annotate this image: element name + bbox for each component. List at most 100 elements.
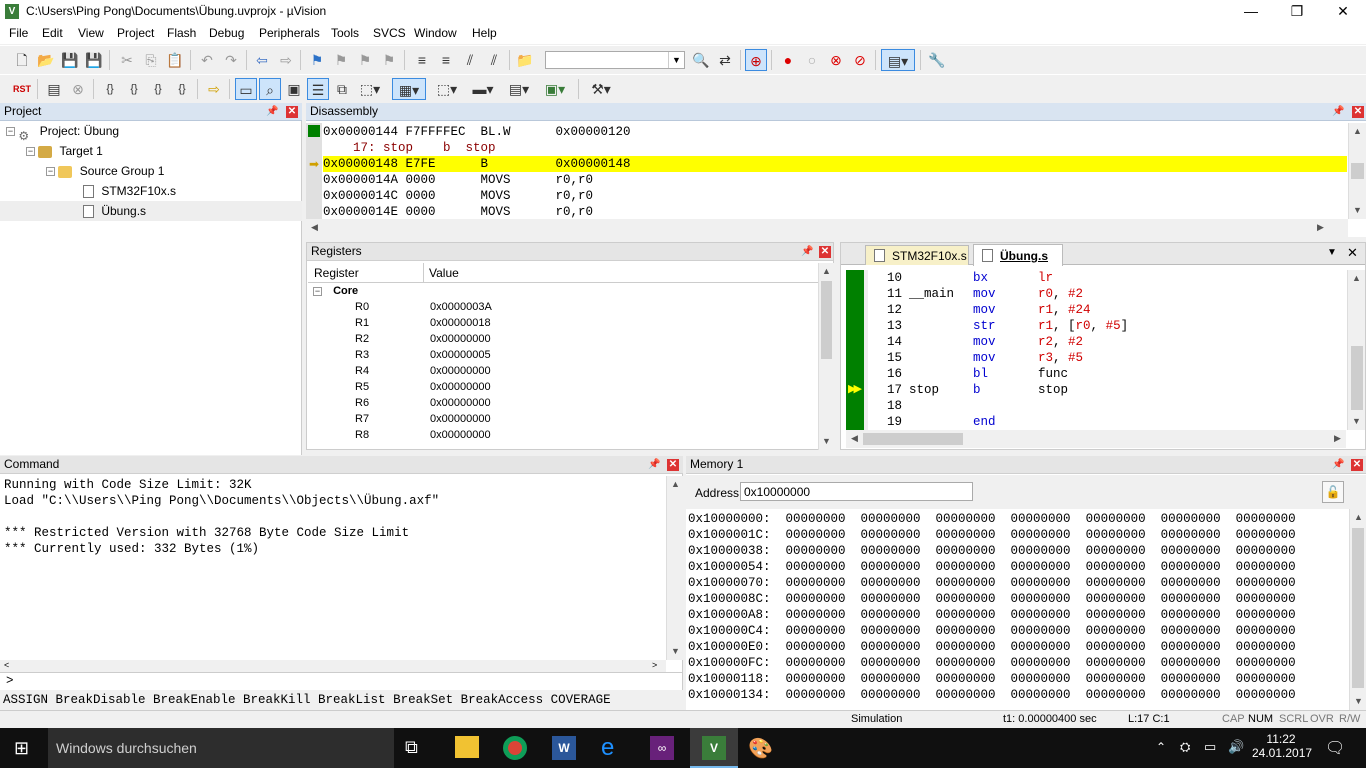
disassembly-window-icon[interactable]: ⌕ <box>259 78 281 100</box>
code-line[interactable]: 11 __main mov r0, #2 <box>869 286 1345 302</box>
code-line[interactable]: 10 bx lr <box>869 270 1345 286</box>
scroll-down-icon[interactable]: ▼ <box>667 643 684 660</box>
registers-window-icon[interactable]: ☰ <box>307 78 329 100</box>
scroll-left-icon[interactable]: ◀ <box>306 219 323 236</box>
register-value[interactable]: 0x00000000 <box>430 331 491 347</box>
register-row[interactable]: R1 0x00000018 <box>308 315 818 331</box>
register-row[interactable]: R3 0x00000005 <box>308 347 818 363</box>
find-in-files-icon[interactable]: 📁 <box>514 49 536 71</box>
disassembly-vscroll[interactable]: ▲ ▼ <box>1348 123 1366 219</box>
run-to-cursor-icon[interactable]: {} <box>171 78 193 100</box>
indent-icon[interactable]: ≡ <box>411 49 433 71</box>
menu-file[interactable]: File <box>9 26 28 40</box>
reset-icon[interactable]: RST <box>11 78 33 100</box>
debug-session-icon[interactable]: ⊕ <box>745 49 767 71</box>
redo-icon[interactable]: ↷ <box>220 49 242 71</box>
command-window-icon[interactable]: ▭ <box>235 78 257 100</box>
insert-breakpoint-icon[interactable]: ● <box>777 49 799 71</box>
memory-row[interactable]: 0x10000134: 00000000 00000000 00000000 0… <box>688 687 1348 703</box>
memory-row[interactable]: 0x100000E0: 00000000 00000000 00000000 0… <box>688 639 1348 655</box>
system-viewer-icon[interactable]: ▣▾ <box>540 78 570 100</box>
find-icon[interactable]: 🔍 <box>690 49 712 71</box>
code-line[interactable]: 18 <box>869 398 1345 414</box>
menu-help[interactable]: Help <box>472 26 497 40</box>
memory-windows-icon[interactable]: ▦▾ <box>392 78 426 100</box>
register-row[interactable]: R0 0x0000003A <box>308 299 818 315</box>
register-value[interactable]: 0x00000018 <box>430 315 491 331</box>
close-button[interactable]: ✕ <box>1320 0 1366 23</box>
editor-lines[interactable]: 10 bx lr 11 __main mov r0, #2 12 mov r1, #24 13 str… <box>869 270 1345 430</box>
save-icon[interactable]: 💾 <box>59 49 81 71</box>
close-tab-icon[interactable]: ✕ <box>1347 245 1358 261</box>
chevron-down-icon[interactable]: ▼ <box>668 52 684 68</box>
network-icon[interactable]: ⛭ <box>1180 739 1190 755</box>
column-header-register[interactable]: Register <box>314 266 359 280</box>
show-hidden-icons-icon[interactable]: ⌃ <box>1156 740 1166 754</box>
scroll-down-icon[interactable]: ▼ <box>1349 202 1366 219</box>
word-icon[interactable]: W <box>552 736 576 760</box>
memory-row[interactable]: 0x10000118: 00000000 00000000 00000000 0… <box>688 671 1348 687</box>
copy-icon[interactable]: ⎘ <box>140 49 162 71</box>
close-panel-icon[interactable]: ✕ <box>819 246 831 258</box>
register-value[interactable]: 0x00000000 <box>430 379 491 395</box>
maximize-button[interactable]: ❐ <box>1274 0 1320 23</box>
prev-bookmark-icon[interactable]: ⚑ <box>330 49 352 71</box>
tab-stm32f10x[interactable]: STM32F10x.s <box>865 245 969 265</box>
register-value[interactable]: 0x00000005 <box>430 347 491 363</box>
editor-hscroll[interactable]: ◀ ▶ <box>846 430 1346 448</box>
enable-breakpoint-icon[interactable]: ○ <box>801 49 823 71</box>
disassembly-line[interactable]: 0x00000144 F7FFFFEC BL.W 0x00000120 <box>323 124 1347 140</box>
file-explorer-icon[interactable] <box>455 736 479 758</box>
show-next-statement-icon[interactable]: ⇨ <box>203 78 225 100</box>
step-out-icon[interactable]: {} <box>147 78 169 100</box>
close-panel-icon[interactable]: ✕ <box>286 106 298 118</box>
menu-tools[interactable]: Tools <box>331 26 359 40</box>
scroll-down-icon[interactable]: ▼ <box>1350 693 1366 710</box>
memory-vscroll[interactable]: ▲ ▼ <box>1349 509 1366 710</box>
paste-icon[interactable]: 📋 <box>164 49 186 71</box>
disassembly-source-line[interactable]: 17: stop b stop <box>323 140 1347 156</box>
task-view-icon[interactable]: ⧉ <box>405 737 418 758</box>
memory-row[interactable]: 0x1000001C: 00000000 00000000 00000000 0… <box>688 527 1348 543</box>
code-line[interactable]: 14 mov r2, #2 <box>869 334 1345 350</box>
register-row[interactable]: R4 0x00000000 <box>308 363 818 379</box>
memory-row[interactable]: 0x10000038: 00000000 00000000 00000000 0… <box>688 543 1348 559</box>
cut-icon[interactable]: ✂ <box>116 49 138 71</box>
collapse-icon[interactable]: − <box>26 147 35 157</box>
internet-explorer-icon[interactable]: e <box>601 734 614 762</box>
register-row[interactable]: R5 0x00000000 <box>308 379 818 395</box>
scroll-right-icon[interactable]: > <box>652 660 657 670</box>
disable-breakpoints-icon[interactable]: ⊗ <box>825 49 847 71</box>
register-value[interactable]: 0x00000000 <box>430 395 491 411</box>
minimize-button[interactable]: — <box>1228 0 1274 23</box>
menu-svcs[interactable]: SVCS <box>373 26 406 40</box>
incremental-find-icon[interactable]: ⇄ <box>714 49 736 71</box>
tree-item-source-group[interactable]: − Source Group 1 <box>0 161 302 181</box>
battery-icon[interactable]: ▭ <box>1204 739 1216 755</box>
code-line[interactable]: 19 end <box>869 414 1345 430</box>
analysis-windows-icon[interactable]: ▬▾ <box>468 78 498 100</box>
menu-window[interactable]: Window <box>414 26 457 40</box>
navigate-forward-icon[interactable]: ⇨ <box>275 49 297 71</box>
code-line[interactable]: 15 mov r3, #5 <box>869 350 1345 366</box>
clock[interactable]: 11:22 24.01.2017 <box>1252 732 1312 760</box>
taskbar-search-box[interactable]: Windows durchsuchen <box>48 728 394 768</box>
register-row[interactable]: R2 0x00000000 <box>308 331 818 347</box>
scroll-thumb[interactable] <box>1351 346 1363 410</box>
memory-row[interactable]: 0x100000A8: 00000000 00000000 00000000 0… <box>688 607 1348 623</box>
code-line[interactable]: 17 stop b stop <box>869 382 1345 398</box>
paint-icon[interactable]: 🎨 <box>748 736 773 761</box>
run-icon[interactable]: ▤ <box>43 78 65 100</box>
register-row[interactable]: R7 0x00000000 <box>308 411 818 427</box>
scroll-up-icon[interactable]: ▲ <box>1350 509 1366 526</box>
memory-row[interactable]: 0x10000070: 00000000 00000000 00000000 0… <box>688 575 1348 591</box>
kill-breakpoints-icon[interactable]: ⊘ <box>849 49 871 71</box>
taskbar-uvision-active[interactable]: V <box>690 728 738 768</box>
tree-item-file[interactable]: Übung.s <box>0 201 302 221</box>
memory-row[interactable]: 0x10000000: 00000000 00000000 00000000 0… <box>688 511 1348 527</box>
trace-windows-icon[interactable]: ▤▾ <box>504 78 534 100</box>
open-folder-icon[interactable]: 📂 <box>35 49 57 71</box>
volume-icon[interactable]: 🔊 <box>1228 739 1244 755</box>
memory-row[interactable]: 0x10000054: 00000000 00000000 00000000 0… <box>688 559 1348 575</box>
undo-icon[interactable]: ↶ <box>196 49 218 71</box>
